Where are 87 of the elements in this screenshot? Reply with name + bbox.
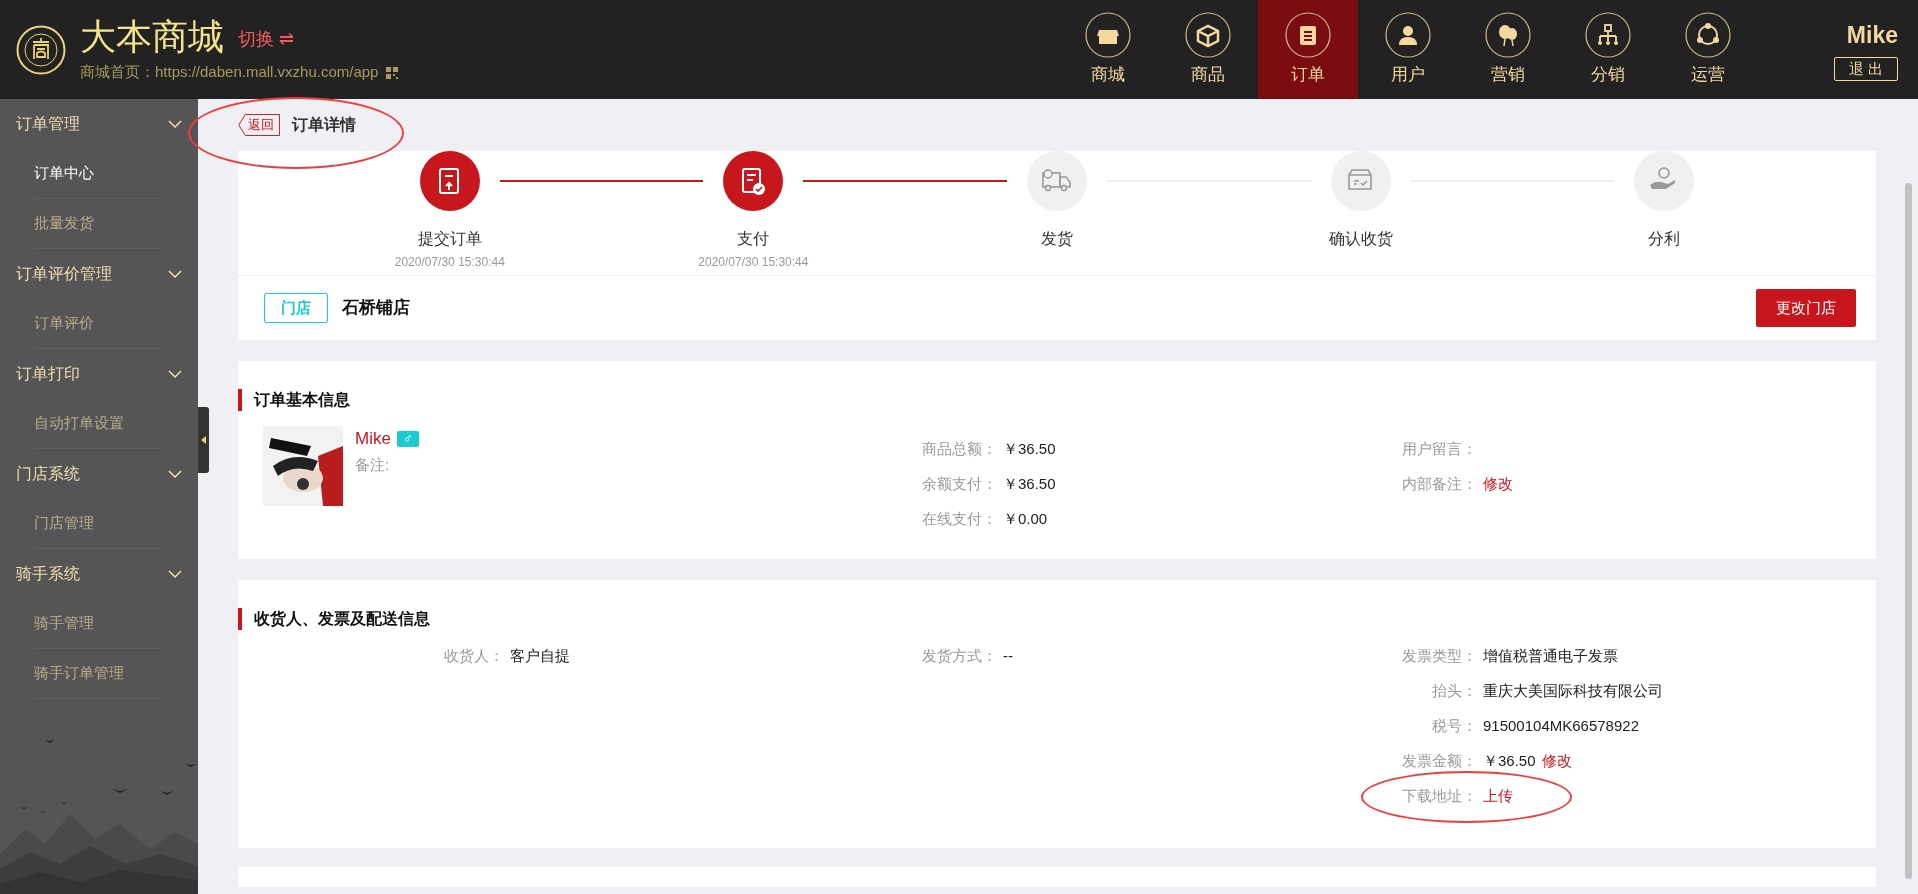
field-value: 91500104MK66578922 [1483, 716, 1639, 737]
edit-link[interactable]: 上传 [1483, 785, 1513, 808]
chevron-down-icon [168, 270, 182, 278]
step-label: 提交订单 [417, 229, 482, 249]
nav-tab[interactable]: 用户 [1358, 0, 1458, 99]
field-value: ￥36.50 [1003, 474, 1056, 495]
user-name: Mike [1846, 21, 1898, 51]
sidebar-item[interactable]: 门店管理 [34, 499, 162, 549]
section-title: 订单基本信息 [254, 390, 350, 410]
chevron-down-icon [168, 120, 182, 128]
sidebar-group[interactable]: 订单评价管理 [0, 249, 198, 299]
step-time: 2020/07/30 15:30:44 [698, 254, 809, 271]
qr-code-icon[interactable] [386, 66, 399, 79]
field-label: 税号： [1431, 716, 1477, 737]
field-value: -- [1003, 646, 1013, 667]
field-value: 重庆大美国际科技有限公司 [1483, 681, 1663, 702]
back-button[interactable]: 返回 [238, 114, 280, 136]
field-label: 内部备注： [1401, 474, 1477, 495]
group-label: 订单打印 [16, 364, 80, 384]
customer-name[interactable]: Mike [355, 426, 391, 452]
step-label: 发货 [1041, 229, 1073, 249]
note-label: 备注: [355, 454, 391, 475]
field-value: ￥0.00 [1003, 509, 1048, 530]
field-label: 抬头： [1431, 681, 1477, 702]
sidebar-item[interactable]: 骑手订单管理 [34, 649, 162, 699]
step-label: 分利 [1648, 229, 1681, 249]
field-label: 收货人： [443, 646, 504, 667]
gender-badge: ♂ [396, 430, 419, 447]
nav-tab[interactable]: 运营 [1658, 0, 1758, 99]
edit-link[interactable]: 修改 [1541, 750, 1572, 773]
group-label: 订单管理 [16, 114, 80, 134]
page-title: 订单详情 [292, 115, 356, 135]
step-label: 支付 [737, 229, 770, 249]
sidebar-item[interactable]: 订单评价 [34, 299, 162, 349]
nav-icon [1485, 11, 1531, 58]
group-label: 门店系统 [16, 464, 80, 484]
nav-icon [1585, 11, 1631, 58]
field-label: 发货方式： [921, 646, 997, 667]
store-title: 大本商城 [80, 15, 224, 60]
field-label: 下载地址： [1401, 786, 1477, 807]
nav-icon [1085, 11, 1131, 58]
nav-tab[interactable]: 分销 [1558, 0, 1658, 99]
field-value: ￥36.50 [1003, 439, 1056, 460]
scrollbar[interactable] [1905, 183, 1912, 879]
sidebar-item[interactable]: 批量发货 [34, 199, 162, 249]
nav-tab[interactable]: 商品 [1158, 0, 1258, 99]
sidebar-item[interactable]: 订单中心 [34, 149, 162, 199]
field-label: 发票金额： [1401, 751, 1477, 772]
edit-link[interactable]: 修改 [1483, 473, 1513, 496]
field-label: 在线支付： [921, 509, 997, 530]
sidebar-group[interactable]: 订单打印 [0, 349, 198, 399]
change-store-button[interactable]: 更改门店 [1756, 289, 1856, 327]
collapse-handle[interactable] [198, 407, 209, 473]
nav-icon [1685, 11, 1731, 58]
group-label: 骑手系统 [16, 564, 80, 584]
field-label: 用户留言： [1401, 439, 1477, 460]
field-label: 商品总额： [921, 439, 997, 460]
field-value: 客户自提 [510, 646, 570, 667]
sidebar-group[interactable]: 骑手系统 [0, 549, 198, 599]
chevron-down-icon [168, 370, 182, 378]
nav-tab[interactable]: 订单 [1258, 0, 1358, 99]
chevron-down-icon [168, 570, 182, 578]
field-value: 增值税普通电子发票 [1483, 646, 1618, 667]
field-label: 余额支付： [921, 474, 997, 495]
store-name: 石桥铺店 [342, 297, 410, 320]
field-value: ￥36.50 [1483, 751, 1536, 772]
chevron-down-icon [168, 470, 182, 478]
nav-icon [1285, 11, 1331, 58]
logo-icon [16, 24, 66, 75]
sidebar-group[interactable]: 订单管理 [0, 99, 198, 149]
step-time: 2020/07/30 15:30:44 [394, 254, 505, 271]
home-url: 商城首页：https://daben.mall.vxzhu.com/app [80, 62, 379, 83]
nav-icon [1385, 11, 1431, 58]
switch-link[interactable]: 切换 ⇌ [238, 25, 294, 53]
field-label: 发票类型： [1401, 646, 1477, 667]
group-label: 订单评价管理 [16, 264, 112, 284]
caret-left-icon [201, 436, 206, 444]
sidebar-group[interactable]: 门店系统 [0, 449, 198, 499]
sidebar-item[interactable]: 骑手管理 [34, 599, 162, 649]
store-tag: 门店 [264, 293, 328, 323]
step-label: 确认收货 [1328, 229, 1393, 249]
nav-icon [1185, 11, 1231, 58]
section-title: 收货人、发票及配送信息 [254, 609, 430, 630]
nav-tab[interactable]: 商城 [1058, 0, 1158, 99]
logout-button[interactable]: 退 出 [1833, 56, 1898, 81]
sidebar-item[interactable]: 自动打单设置 [34, 399, 162, 449]
nav-tab[interactable]: 营销 [1458, 0, 1558, 99]
